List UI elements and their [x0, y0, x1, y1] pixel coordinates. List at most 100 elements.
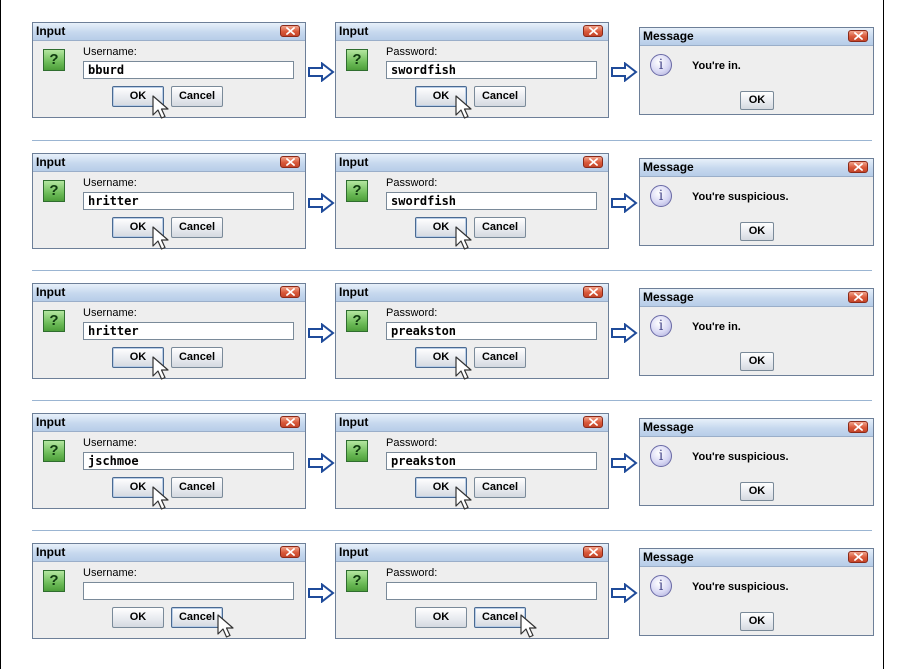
information-icon: i — [650, 185, 672, 207]
right-arrow-icon — [307, 452, 335, 474]
close-button[interactable] — [583, 156, 603, 168]
title-bar[interactable]: Input — [336, 154, 608, 172]
question-icon: ? — [43, 310, 65, 332]
close-button[interactable] — [280, 546, 300, 558]
ok-button[interactable]: OK — [415, 477, 467, 498]
ok-button[interactable]: OK — [112, 217, 164, 238]
row-separator — [32, 530, 872, 531]
password-field[interactable] — [386, 582, 597, 600]
ok-button[interactable]: OK — [415, 607, 467, 628]
ok-button[interactable]: OK — [740, 222, 774, 241]
title-bar[interactable]: Message — [640, 289, 873, 307]
question-icon: ? — [43, 180, 65, 202]
message-dialog: Message i You're suspicious. OK — [639, 548, 874, 636]
cancel-button[interactable]: Cancel — [474, 607, 526, 628]
close-button[interactable] — [280, 416, 300, 428]
close-button[interactable] — [583, 546, 603, 558]
ok-button[interactable]: OK — [415, 217, 467, 238]
password-field[interactable]: preakston — [386, 322, 597, 340]
dialog-title: Message — [643, 420, 694, 434]
close-icon — [589, 418, 598, 426]
title-bar[interactable]: Input — [33, 414, 305, 432]
username-field[interactable]: hritter — [83, 192, 294, 210]
title-bar[interactable]: Message — [640, 419, 873, 437]
cancel-button[interactable]: Cancel — [474, 217, 526, 238]
title-bar[interactable]: Input — [33, 154, 305, 172]
password-input-dialog: Input? Password: swordfish OK Cancel — [335, 153, 609, 250]
title-bar[interactable]: Message — [640, 549, 873, 567]
close-icon — [286, 158, 295, 166]
information-icon: i — [650, 575, 672, 597]
cancel-button[interactable]: Cancel — [171, 477, 223, 498]
sequence-row: Input? Username: hritter OK Cancel Input? Pass… — [0, 278, 899, 390]
ok-button[interactable]: OK — [112, 347, 164, 368]
close-button[interactable] — [583, 25, 603, 37]
right-arrow-icon — [307, 192, 335, 214]
close-button[interactable] — [280, 156, 300, 168]
ok-button[interactable]: OK — [415, 347, 467, 368]
username-field[interactable]: jschmoe — [83, 452, 294, 470]
message-text: You're in. — [692, 321, 741, 333]
password-input-dialog: Input? Password: swordfish OK Cancel — [335, 22, 609, 119]
row-separator — [32, 270, 872, 271]
close-button[interactable] — [583, 416, 603, 428]
title-bar[interactable]: Input — [33, 544, 305, 562]
ok-button[interactable]: OK — [112, 607, 164, 628]
title-bar[interactable]: Message — [640, 159, 873, 177]
close-icon — [286, 27, 295, 35]
username-field[interactable]: hritter — [83, 322, 294, 340]
title-bar[interactable]: Message — [640, 28, 873, 46]
cancel-button[interactable]: Cancel — [474, 347, 526, 368]
ok-button[interactable]: OK — [112, 86, 164, 107]
close-button[interactable] — [280, 25, 300, 37]
close-icon — [854, 553, 863, 561]
password-prompt-label: Password: — [386, 437, 438, 449]
username-field[interactable] — [83, 582, 294, 600]
message-dialog: Message i You're suspicious. OK — [639, 418, 874, 506]
title-bar[interactable]: Input — [336, 284, 608, 302]
information-icon: i — [650, 54, 672, 76]
message-text: You're in. — [692, 60, 741, 72]
ok-button[interactable]: OK — [740, 612, 774, 631]
username-field[interactable]: bburd — [83, 61, 294, 79]
title-bar[interactable]: Input — [33, 284, 305, 302]
close-button[interactable] — [583, 286, 603, 298]
close-button[interactable] — [848, 291, 868, 303]
ok-button[interactable]: OK — [415, 86, 467, 107]
cancel-button[interactable]: Cancel — [171, 347, 223, 368]
title-bar[interactable]: Input — [33, 23, 305, 41]
right-arrow-icon — [307, 322, 335, 344]
close-icon — [286, 418, 295, 426]
cancel-button[interactable]: Cancel — [171, 86, 223, 107]
close-button[interactable] — [848, 161, 868, 173]
title-bar[interactable]: Input — [336, 23, 608, 41]
dialog-title: Input — [36, 545, 66, 559]
dialog-title: Input — [36, 24, 66, 38]
close-button[interactable] — [848, 551, 868, 563]
password-field[interactable]: preakston — [386, 452, 597, 470]
close-icon — [854, 423, 863, 431]
right-arrow-icon — [307, 582, 335, 604]
title-bar[interactable]: Input — [336, 544, 608, 562]
ok-button[interactable]: OK — [740, 482, 774, 501]
ok-button[interactable]: OK — [740, 91, 774, 110]
close-button[interactable] — [848, 30, 868, 42]
title-bar[interactable]: Input — [336, 414, 608, 432]
close-icon — [854, 293, 863, 301]
password-field[interactable]: swordfish — [386, 192, 597, 210]
cancel-button[interactable]: Cancel — [171, 607, 223, 628]
dialog-title: Input — [339, 285, 369, 299]
password-field[interactable]: swordfish — [386, 61, 597, 79]
dialog-title: Input — [339, 155, 369, 169]
ok-button[interactable]: OK — [740, 352, 774, 371]
cancel-button[interactable]: Cancel — [171, 217, 223, 238]
cancel-button[interactable]: Cancel — [474, 477, 526, 498]
close-button[interactable] — [848, 421, 868, 433]
cancel-button[interactable]: Cancel — [474, 86, 526, 107]
username-input-dialog: Input? Username: bburd OK Cancel — [32, 22, 306, 119]
row-separator — [32, 140, 872, 141]
password-prompt-label: Password: — [386, 567, 438, 579]
close-button[interactable] — [280, 286, 300, 298]
ok-button[interactable]: OK — [112, 477, 164, 498]
close-icon — [286, 288, 295, 296]
